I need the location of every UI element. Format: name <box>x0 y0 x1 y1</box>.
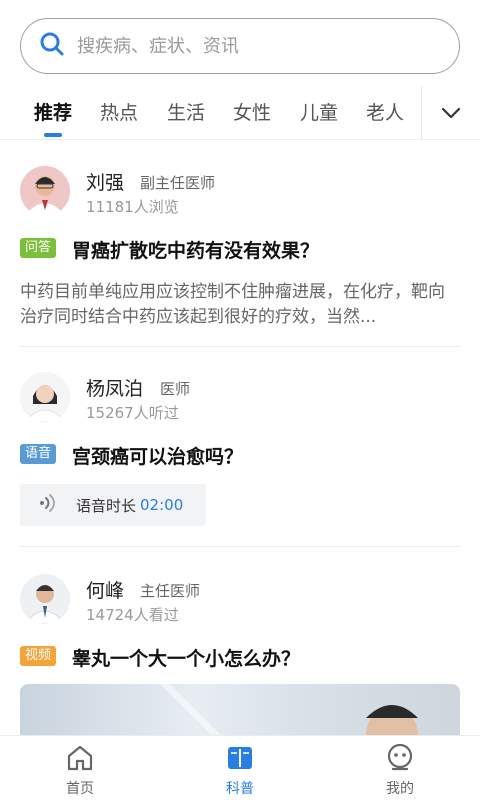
tab-hot[interactable]: 热点 <box>100 98 138 125</box>
doctor-avatar <box>20 372 70 422</box>
home-icon <box>40 742 120 774</box>
nav-home[interactable]: 首页 <box>40 742 120 798</box>
voice-badge: 语音 <box>20 444 57 464</box>
search-icon <box>39 31 65 61</box>
doctor-avatar <box>20 574 70 624</box>
tab-women[interactable]: 女性 <box>233 98 271 125</box>
doctor-avatar <box>20 166 70 216</box>
book-icon <box>200 742 280 774</box>
question-title[interactable]: 宫颈癌可以治愈吗？ <box>72 442 243 469</box>
search-bar[interactable] <box>20 18 460 74</box>
chevron-down-icon[interactable] <box>438 100 464 126</box>
feed-card[interactable]: 杨凤泊 医师 15267人听过 语音 宫颈癌可以治愈吗？ 语音时长 02:00 <box>20 372 460 532</box>
active-tab-indicator <box>44 133 62 137</box>
view-count: 11181人浏览 <box>86 198 179 216</box>
voice-duration: 02:00 <box>140 496 184 514</box>
nav-science[interactable]: 科普 <box>200 742 280 798</box>
nav-science-label: 科普 <box>226 781 254 797</box>
search-input[interactable] <box>77 35 437 57</box>
nav-mine[interactable]: 我的 <box>360 742 440 798</box>
tab-life[interactable]: 生活 <box>167 98 205 125</box>
nav-home-label: 首页 <box>66 781 94 797</box>
category-tabs: 推荐 热点 生活 女性 儿童 老人 <box>0 86 480 140</box>
doctor-name: 刘强 <box>86 172 125 194</box>
user-face-icon <box>360 742 440 774</box>
question-title[interactable]: 胃癌扩散吃中药有没有效果？ <box>72 236 319 263</box>
doctor-title: 副主任医师 <box>140 174 216 192</box>
tab-children[interactable]: 儿童 <box>300 98 338 125</box>
feed-card[interactable]: 何峰 主任医师 14724人看过 视频 睾丸一个大一个小怎么办？ <box>20 574 460 744</box>
question-title[interactable]: 睾丸一个大一个小怎么办？ <box>72 644 300 671</box>
voice-wave-icon <box>38 492 60 518</box>
doctor-title: 主任医师 <box>140 582 201 600</box>
divider <box>20 346 460 347</box>
divider <box>20 546 460 547</box>
listen-count: 15267人听过 <box>86 404 179 422</box>
feed-card[interactable]: 刘强 副主任医师 11181人浏览 问答 胃癌扩散吃中药有没有效果？ 中药目前单… <box>20 166 460 336</box>
tab-recommend[interactable]: 推荐 <box>34 98 72 125</box>
doctor-title: 医师 <box>160 380 191 398</box>
doctor-name: 何峰 <box>86 580 125 602</box>
tab-elderly[interactable]: 老人 <box>366 98 404 125</box>
voice-player[interactable]: 语音时长 02:00 <box>20 484 206 526</box>
answer-excerpt: 中药目前单纯应用应该控制不住肿瘤进展，在化疗，靶向治疗同时结合中药应该起到很好的… <box>20 282 445 327</box>
nav-mine-label: 我的 <box>386 781 414 797</box>
watch-count: 14724人看过 <box>86 606 179 624</box>
doctor-name: 杨凤泊 <box>86 378 144 400</box>
video-badge: 视频 <box>20 646 57 666</box>
qa-badge: 问答 <box>20 238 57 258</box>
voice-duration-label: 语音时长 <box>76 496 137 515</box>
bottom-navigation: 首页 科普 我的 <box>0 735 480 800</box>
tabs-divider <box>421 86 422 139</box>
